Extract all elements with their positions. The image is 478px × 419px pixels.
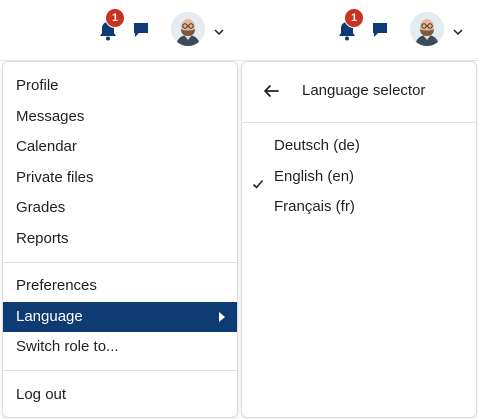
top-navbar: 1 1: [0, 0, 478, 61]
language-option-label: Français (fr): [274, 198, 355, 215]
menu-item-logout[interactable]: Log out: [3, 380, 237, 410]
user-menu-dropdown: Profile Messages Calendar Private files …: [2, 61, 238, 418]
menu-item-label: Preferences: [16, 277, 97, 294]
menu-item-grades[interactable]: Grades: [3, 193, 237, 223]
menu-divider: [3, 262, 237, 263]
language-selector-panel: Language selector Deutsch (de) English (…: [241, 61, 477, 418]
menu-item-messages[interactable]: Messages: [3, 102, 237, 132]
language-selector-title: Language selector: [302, 82, 426, 99]
menu-item-label: Private files: [16, 169, 94, 186]
menu-item-label: Reports: [16, 230, 69, 247]
header-divider: [242, 122, 476, 123]
messages-icon[interactable]: [132, 21, 150, 39]
menu-item-label: Messages: [16, 108, 85, 125]
user-avatar[interactable]: [171, 12, 205, 46]
menu-item-label: Language: [16, 308, 83, 325]
menu-item-label: Calendar: [16, 138, 77, 155]
language-option-label: English (en): [274, 168, 355, 185]
notification-count-badge: 1: [344, 8, 364, 28]
language-option-en[interactable]: English (en): [242, 162, 476, 192]
menu-item-label: Switch role to...: [16, 338, 119, 355]
messages-icon[interactable]: [371, 21, 389, 39]
language-option-de[interactable]: Deutsch (de): [242, 131, 476, 161]
language-selector-header: Language selector: [242, 62, 476, 122]
chevron-down-icon[interactable]: [213, 24, 225, 36]
menu-item-reports[interactable]: Reports: [3, 224, 237, 254]
menu-item-profile[interactable]: Profile: [3, 71, 237, 101]
menu-item-label: Log out: [16, 386, 67, 403]
language-option-fr[interactable]: Français (fr): [242, 192, 476, 222]
user-avatar[interactable]: [410, 12, 444, 46]
menu-item-preferences[interactable]: Preferences: [3, 271, 237, 301]
chevron-down-icon[interactable]: [452, 24, 464, 36]
menu-item-calendar[interactable]: Calendar: [3, 132, 237, 162]
back-arrow-icon[interactable]: [262, 82, 280, 100]
menu-item-switch-role[interactable]: Switch role to...: [3, 332, 237, 362]
menu-divider: [3, 370, 237, 371]
checkmark-icon: [252, 171, 264, 189]
menu-item-language[interactable]: Language: [3, 302, 237, 332]
notification-count-badge: 1: [105, 8, 125, 28]
menu-item-label: Profile: [16, 77, 59, 94]
submenu-arrow-icon: [219, 312, 225, 322]
menu-item-private-files[interactable]: Private files: [3, 163, 237, 193]
menu-item-label: Grades: [16, 199, 66, 216]
language-option-label: Deutsch (de): [274, 137, 360, 154]
